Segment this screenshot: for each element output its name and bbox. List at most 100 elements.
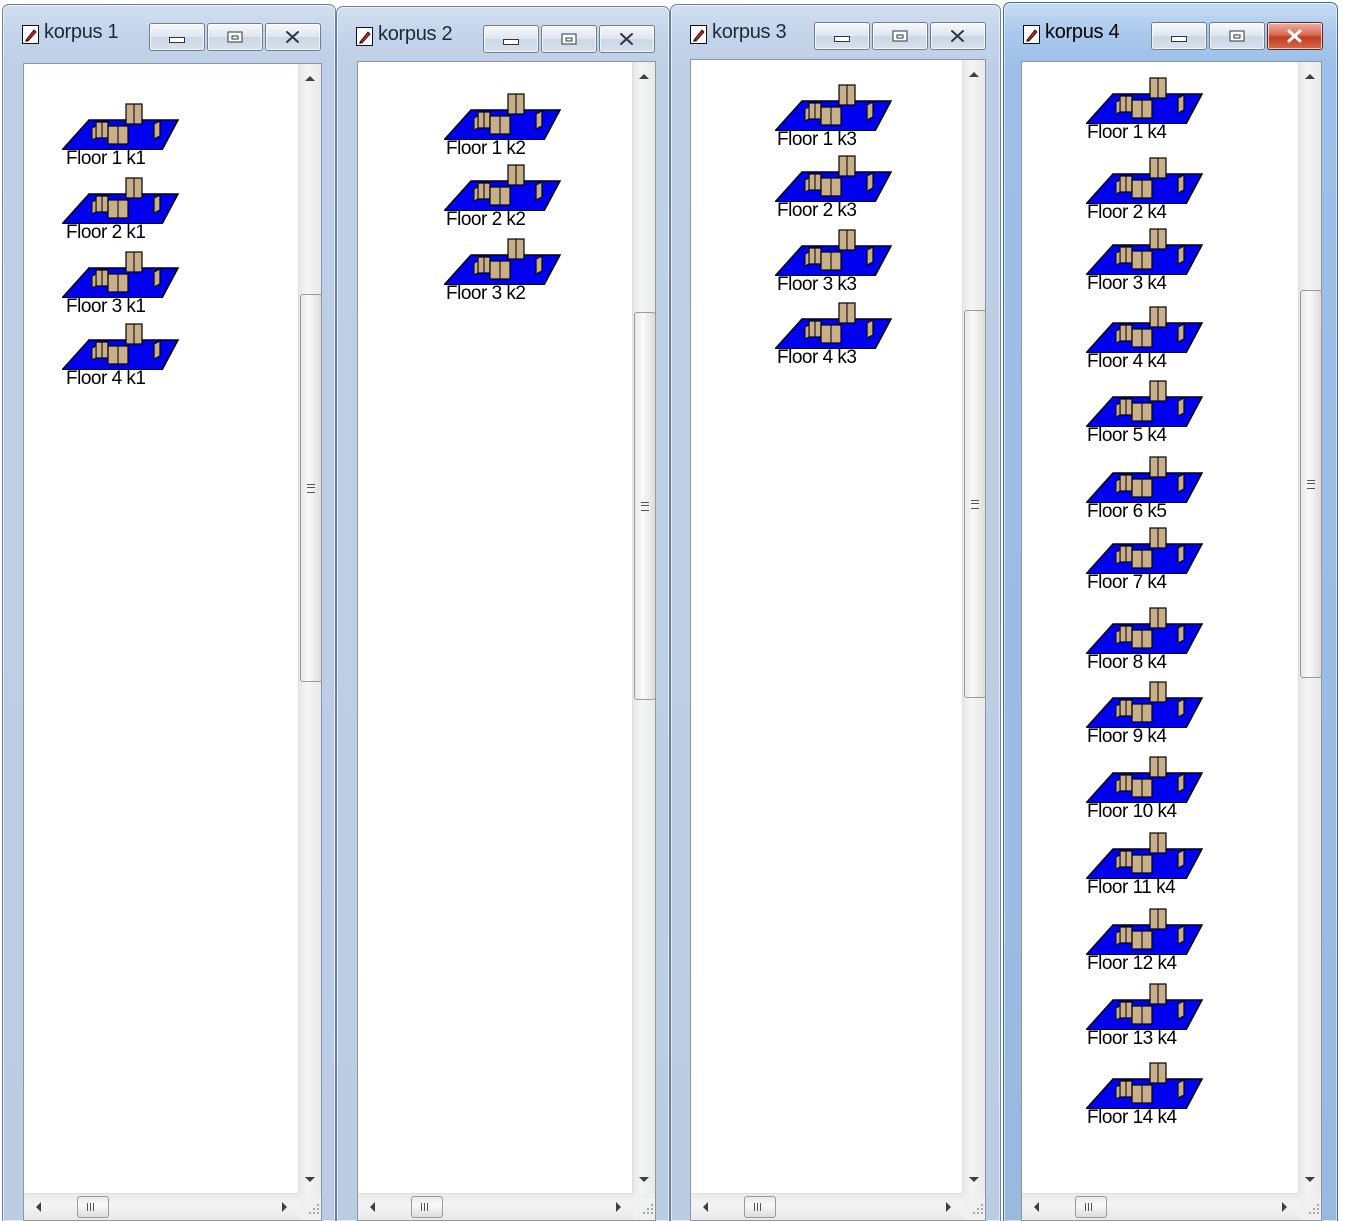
floor-item[interactable]: Floor 9 k4	[1086, 680, 1216, 755]
minimize-button[interactable]	[483, 25, 539, 53]
grip-icon	[1307, 480, 1315, 489]
floor-label: Floor 8 k4	[1087, 652, 1167, 673]
scroll-right-arrow-icon[interactable]	[1282, 1202, 1287, 1212]
vertical-scrollbar[interactable]	[298, 64, 322, 1194]
floor-item[interactable]: Floor 2 k2	[444, 163, 574, 238]
vertical-scroll-thumb[interactable]	[634, 312, 656, 700]
maximize-icon	[227, 31, 243, 43]
horizontal-scrollbar[interactable]	[358, 1193, 633, 1220]
floor-item[interactable]: Floor 5 k4	[1086, 379, 1216, 454]
close-button[interactable]	[599, 25, 655, 53]
window-korpus-4[interactable]: korpus 4 Floor 1 k4 Floor 2 k4 Floor 3 k4 F…	[1003, 2, 1338, 1221]
maximize-button[interactable]	[541, 25, 597, 53]
horizontal-scroll-thumb[interactable]	[77, 1196, 109, 1218]
title-bar[interactable]: korpus 3	[671, 5, 1000, 61]
scroll-down-arrow-icon[interactable]	[305, 1177, 315, 1182]
maximize-button[interactable]	[872, 22, 928, 50]
vertical-scrollbar[interactable]	[632, 62, 656, 1194]
resize-grip-icon[interactable]	[299, 1194, 321, 1220]
window-korpus-2[interactable]: korpus 2 Floor 1 k2 Floor 2 k2 Floor 3 k2	[336, 6, 670, 1221]
window-title: korpus 4	[1045, 21, 1120, 43]
horizontal-scrollbar[interactable]	[24, 1193, 299, 1220]
floor-item[interactable]: Floor 2 k3	[775, 154, 905, 229]
floor-item[interactable]: Floor 2 k4	[1086, 156, 1216, 231]
document-pencil-icon[interactable]	[690, 25, 707, 44]
close-button[interactable]	[1267, 22, 1323, 50]
floor-label: Floor 10 k4	[1087, 801, 1177, 822]
document-pencil-icon[interactable]	[356, 27, 373, 46]
floor-label: Floor 12 k4	[1087, 953, 1177, 974]
scroll-up-arrow-icon[interactable]	[969, 72, 979, 77]
floor-item[interactable]: Floor 3 k1	[62, 250, 192, 325]
scroll-right-arrow-icon[interactable]	[946, 1202, 951, 1212]
maximize-button[interactable]	[1209, 22, 1265, 50]
floor-item[interactable]: Floor 1 k4	[1086, 76, 1216, 151]
floor-item[interactable]: Floor 1 k1	[62, 102, 192, 177]
floor-item[interactable]: Floor 11 k4	[1086, 831, 1216, 906]
maximize-icon	[892, 30, 908, 42]
scroll-left-arrow-icon[interactable]	[703, 1202, 708, 1212]
floor-item[interactable]: Floor 4 k1	[62, 322, 192, 397]
floor-item[interactable]: Floor 12 k4	[1086, 907, 1216, 982]
floor-item[interactable]: Floor 6 k5	[1086, 455, 1216, 530]
window-client-area: Floor 1 k2 Floor 2 k2 Floor 3 k2	[357, 61, 656, 1221]
minimize-button[interactable]	[1151, 22, 1207, 50]
horizontal-scroll-thumb[interactable]	[744, 1196, 776, 1218]
floor-item[interactable]: Floor 10 k4	[1086, 755, 1216, 830]
floor-label: Floor 3 k3	[777, 274, 857, 295]
floor-item[interactable]: Floor 14 k4	[1086, 1061, 1216, 1136]
title-bar[interactable]: korpus 1	[3, 5, 335, 61]
resize-grip-icon[interactable]	[963, 1194, 985, 1220]
scroll-up-arrow-icon[interactable]	[305, 76, 315, 81]
scroll-up-arrow-icon[interactable]	[1305, 74, 1315, 79]
floor-item[interactable]: Floor 4 k3	[775, 301, 905, 376]
floor-item[interactable]: Floor 13 k4	[1086, 982, 1216, 1057]
floor-label: Floor 1 k4	[1087, 122, 1167, 143]
minimize-button[interactable]	[814, 22, 870, 50]
scroll-up-arrow-icon[interactable]	[639, 74, 649, 79]
vertical-scroll-thumb[interactable]	[300, 294, 322, 682]
maximize-icon	[561, 33, 577, 45]
minimize-button[interactable]	[149, 23, 205, 51]
floor-label: Floor 3 k1	[66, 296, 146, 317]
floor-item[interactable]: Floor 1 k3	[775, 83, 905, 158]
floor-list: Floor 1 k3 Floor 2 k3 Floor 3 k3 Floor 4 k3	[691, 60, 963, 1194]
floor-item[interactable]: Floor 4 k4	[1086, 305, 1216, 380]
vertical-scroll-thumb[interactable]	[1300, 290, 1322, 678]
close-button[interactable]	[265, 23, 321, 51]
resize-grip-icon[interactable]	[1299, 1194, 1321, 1220]
floor-item[interactable]: Floor 3 k3	[775, 228, 905, 303]
scroll-down-arrow-icon[interactable]	[1305, 1177, 1315, 1182]
window-korpus-3[interactable]: korpus 3 Floor 1 k3 Floor 2 k3 Floor 3 k3 F…	[670, 4, 1001, 1221]
document-pencil-icon[interactable]	[22, 25, 39, 44]
horizontal-scrollbar[interactable]	[1022, 1193, 1299, 1220]
close-button[interactable]	[930, 22, 986, 50]
vertical-scrollbar[interactable]	[962, 60, 986, 1194]
floor-item[interactable]: Floor 7 k4	[1086, 526, 1216, 601]
scroll-down-arrow-icon[interactable]	[639, 1177, 649, 1182]
scroll-right-arrow-icon[interactable]	[616, 1202, 621, 1212]
floor-item[interactable]: Floor 8 k4	[1086, 606, 1216, 681]
maximize-button[interactable]	[207, 23, 263, 51]
scroll-left-arrow-icon[interactable]	[1034, 1202, 1039, 1212]
floor-item[interactable]: Floor 1 k2	[444, 92, 574, 167]
vertical-scrollbar[interactable]	[1298, 62, 1322, 1194]
window-korpus-1[interactable]: korpus 1 Floor 1 k1 Floor 2 k1 Floor 3 k1 F…	[2, 4, 336, 1221]
scroll-left-arrow-icon[interactable]	[36, 1202, 41, 1212]
title-bar[interactable]: korpus 4	[1004, 3, 1337, 59]
horizontal-scroll-thumb[interactable]	[411, 1196, 443, 1218]
horizontal-scroll-thumb[interactable]	[1075, 1196, 1107, 1218]
document-pencil-icon[interactable]	[1023, 25, 1040, 44]
floor-item[interactable]: Floor 3 k4	[1086, 227, 1216, 302]
horizontal-scrollbar[interactable]	[691, 1193, 963, 1220]
scroll-left-arrow-icon[interactable]	[370, 1202, 375, 1212]
maximize-icon	[1229, 30, 1245, 42]
title-bar[interactable]: korpus 2	[337, 7, 669, 63]
scroll-down-arrow-icon[interactable]	[969, 1177, 979, 1182]
floor-item[interactable]: Floor 3 k2	[444, 237, 574, 312]
scroll-right-arrow-icon[interactable]	[282, 1202, 287, 1212]
floor-item[interactable]: Floor 2 k1	[62, 176, 192, 251]
vertical-scroll-thumb[interactable]	[964, 310, 986, 698]
resize-grip-icon[interactable]	[633, 1194, 655, 1220]
floor-label: Floor 2 k2	[446, 209, 526, 230]
